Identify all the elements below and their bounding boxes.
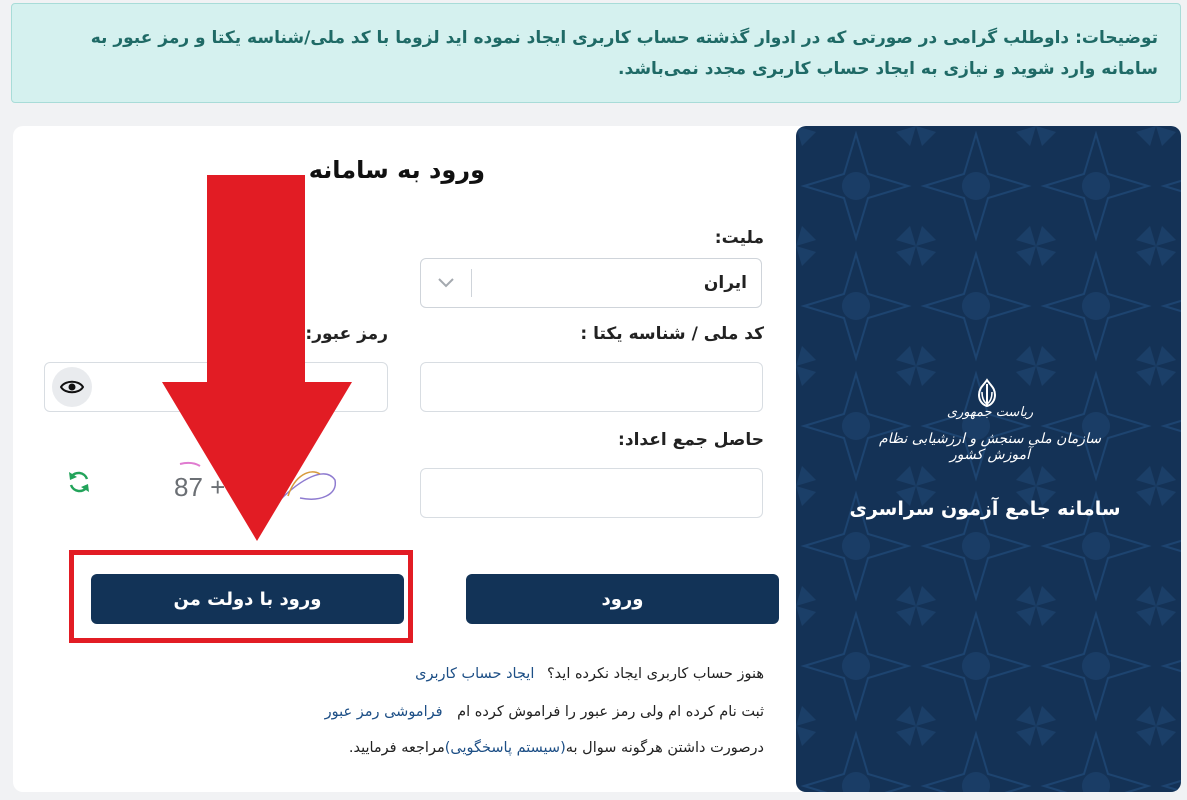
select-separator xyxy=(471,269,472,297)
system-title: سامانه جامع آزمون سراسری xyxy=(849,498,1121,520)
nationality-label: ملیت: xyxy=(714,228,764,248)
captcha-label: حاصل جمع اعداد: xyxy=(618,430,764,450)
help-no-account: هنوز حساب کاربری ایجاد نکرده اید؟ ایجاد … xyxy=(250,666,764,682)
org-name-line1: ریاست جمهوری xyxy=(946,405,1034,420)
no-account-text: هنوز حساب کاربری ایجاد نکرده اید؟ xyxy=(546,666,764,682)
refresh-captcha-icon[interactable] xyxy=(66,469,92,495)
help-forgot-password: ثبت نام کرده ام ولی رمز عبور را فراموش ک… xyxy=(250,704,764,720)
iran-emblem-icon xyxy=(977,378,997,408)
forgot-text: ثبت نام کرده ام ولی رمز عبور را فراموش ک… xyxy=(457,704,764,720)
national-id-input[interactable] xyxy=(420,362,763,412)
login-button[interactable]: ورود xyxy=(466,574,779,624)
notice-banner: توضیحات: داوطلب گرامی در صورتی که در ادو… xyxy=(11,3,1181,103)
toggle-password-visibility-button[interactable] xyxy=(52,367,92,407)
support-prefix: درصورت داشتن هرگونه سوال به xyxy=(565,740,764,756)
nationality-select[interactable]: ایران xyxy=(420,258,762,308)
nationality-selected-value: ایران xyxy=(703,273,747,293)
support-system-link[interactable]: (سیستم پاسخگویی) xyxy=(445,740,566,756)
red-arrow-down-icon xyxy=(162,175,352,541)
support-suffix: مراجعه فرمایید. xyxy=(348,740,445,756)
chevron-down-icon xyxy=(438,278,454,288)
captcha-answer-input[interactable] xyxy=(420,468,763,518)
national-id-label: کد ملی / شناسه یکتا : xyxy=(580,324,764,344)
org-name-line2: سازمان ملی سنجش و ارزشیابی نظام آموزش کش… xyxy=(879,431,1101,463)
highlight-box xyxy=(69,550,413,643)
create-account-link[interactable]: ایجاد حساب کاربری xyxy=(415,666,534,682)
forgot-password-link[interactable]: فراموشی رمز عبور xyxy=(325,704,443,720)
eye-icon xyxy=(60,380,84,394)
help-support: درصورت داشتن هرگونه سوال به(سیستم پاسخگو… xyxy=(250,740,764,756)
